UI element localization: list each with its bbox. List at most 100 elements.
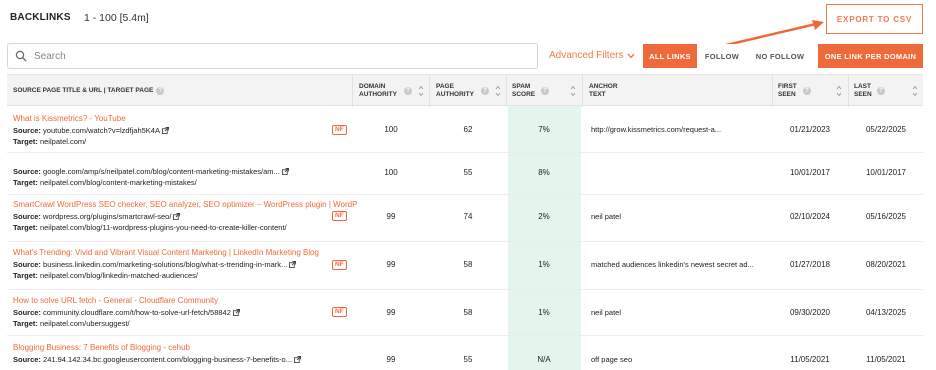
source-prefix: Source: [13, 355, 41, 364]
source-url-text: community.cloudflare.com/t/how-to-solve-… [43, 308, 231, 317]
domain-authority-value: 99 [386, 308, 396, 317]
sort-icon[interactable] [836, 84, 842, 98]
source-url-text: business.linkedin.com/marketing-solution… [43, 260, 288, 269]
domain-authority-value: 99 [386, 260, 396, 269]
results-count: 1 - 100 [5.4m] [84, 12, 149, 24]
domain-authority-value: 99 [386, 212, 396, 221]
sort-icon[interactable] [418, 84, 424, 98]
first-seen-value: 10/01/2017 [789, 168, 831, 177]
nofollow-badge: NF [332, 307, 347, 317]
follow-tab[interactable]: FOLLOW [697, 44, 747, 68]
column-label: FIRST SEEN [778, 83, 797, 98]
external-link-icon[interactable] [173, 213, 181, 220]
source-url-text: 241.94.142.34.bc.googleusercontent.com/b… [43, 355, 292, 364]
sort-icon[interactable] [495, 84, 501, 98]
source-url[interactable]: Source: wordpress.org/plugins/smartcrawl… [13, 212, 181, 221]
page-title: BACKLINKS [10, 12, 71, 23]
source-page-title-link[interactable]: What is Kissmetrics? - YouTube [13, 114, 126, 123]
first-seen-value: 01/27/2018 [789, 260, 831, 269]
external-link-icon[interactable] [293, 356, 301, 363]
info-icon: ? [803, 87, 811, 95]
column-header-domain-authority[interactable]: DOMAIN AUTHORITY ? [359, 75, 414, 107]
backlinks-table: SOURCE PAGE TITLE & URL | TARGET PAGE ? … [7, 74, 923, 370]
column-label: DOMAIN AUTHORITY [359, 83, 397, 98]
sort-icon[interactable] [570, 84, 576, 98]
info-icon: ? [481, 87, 489, 95]
advanced-filters-dropdown[interactable]: Advanced Filters [549, 50, 635, 61]
source-url[interactable]: Source: google.com/amp/s/neilpatel.com/b… [13, 167, 289, 176]
column-header-page-authority[interactable]: PAGE AUTHORITY ? [436, 75, 491, 107]
target-url-text: neilpatel.com/ [39, 137, 87, 146]
spam-score-value: N/A [537, 355, 551, 364]
spam-score-value: 1% [538, 308, 550, 317]
column-divider [848, 75, 849, 107]
anchor-text-value: matched audiences linkedin's newest secr… [591, 260, 754, 269]
table-row: SmartCrawl WordPress SEO checker, SEO an… [7, 195, 923, 242]
target-prefix: Target: [13, 137, 38, 146]
external-link-icon[interactable] [281, 168, 289, 175]
source-url[interactable]: Source: community.cloudflare.com/t/how-t… [13, 308, 240, 317]
column-header-source[interactable]: SOURCE PAGE TITLE & URL | TARGET PAGE ? [13, 75, 353, 107]
nofollow-badge: NF [332, 125, 347, 135]
spam-score-value: 8% [538, 168, 550, 177]
source-prefix: Source: [13, 308, 41, 317]
domain-authority-value: 100 [384, 168, 398, 177]
target-url[interactable]: Target: neilpatel.com/ubersuggest/ [13, 319, 130, 328]
info-icon: ? [541, 87, 549, 95]
target-url-text: neilpatel.com/blog/linkedin-matched-audi… [39, 271, 198, 280]
target-url-text: neilpatel.com/blog/11-wordpress-plugins-… [39, 223, 287, 232]
target-url[interactable]: Target: neilpatel.com/blog/11-wordpress-… [13, 223, 287, 232]
target-url-text: neilpatel.com/ubersuggest/ [39, 319, 130, 328]
anchor-text-value: http://grow.kissmetrics.com/request-a... [591, 125, 722, 134]
no-follow-tab[interactable]: NO FOLLOW [747, 44, 813, 68]
nofollow-badge: NF [332, 260, 347, 270]
source-page-title-link[interactable]: What's Trending: Vivid and Vibrant Visua… [13, 248, 319, 257]
one-link-per-domain-button[interactable]: ONE LINK PER DOMAIN [818, 44, 923, 68]
source-prefix: Source: [13, 126, 41, 135]
source-prefix: Source: [13, 167, 41, 176]
column-divider [352, 75, 353, 107]
anchor-text-value: neil patel [591, 212, 622, 221]
external-link-icon[interactable] [289, 261, 297, 268]
external-link-icon[interactable] [162, 127, 169, 134]
source-url[interactable]: Source: youtube.com/watch?v=lzdfjah5K4A [13, 126, 169, 135]
column-label: SPAM SCORE [512, 83, 536, 98]
target-prefix: Target: [13, 178, 38, 187]
column-header-last-seen[interactable]: LAST SEEN ? [854, 75, 909, 107]
target-url[interactable]: Target: neilpatel.com/ [13, 137, 86, 146]
source-page-title-link[interactable]: How to solve URL fetch - General - Cloud… [13, 296, 218, 305]
target-url[interactable]: Target: neilpatel.com/blog/linkedin-matc… [13, 271, 198, 280]
column-label: SOURCE PAGE TITLE & URL | TARGET PAGE [13, 87, 154, 94]
column-divider [582, 75, 583, 107]
external-link-icon[interactable] [232, 309, 240, 316]
source-url[interactable]: Source: business.linkedin.com/marketing-… [13, 260, 297, 269]
spam-score-value: 1% [538, 260, 550, 269]
advanced-filters-label: Advanced Filters [549, 50, 624, 61]
source-prefix: Source: [13, 260, 41, 269]
column-divider [506, 75, 507, 107]
sort-icon[interactable] [912, 84, 918, 98]
first-seen-value: 09/30/2020 [789, 308, 831, 317]
last-seen-value: 11/05/2021 [866, 355, 906, 364]
all-links-tab[interactable]: ALL LINKS [643, 44, 697, 68]
column-header-anchor-text[interactable]: ANCHOR TEXT [589, 75, 709, 107]
target-url[interactable]: Target: neilpatel.com/blog/content-marke… [13, 178, 197, 187]
column-header-spam-score[interactable]: SPAM SCORE ? [512, 75, 567, 107]
search-icon [15, 50, 27, 62]
domain-authority-value: 99 [386, 355, 396, 364]
export-csv-button[interactable]: EXPORT TO CSV [826, 4, 923, 34]
last-seen-value: 08/20/2021 [865, 260, 907, 269]
last-seen-value: 04/13/2025 [865, 308, 907, 317]
table-row: What's Trending: Vivid and Vibrant Visua… [7, 242, 923, 290]
source-page-title-link[interactable]: Blogging Business: 7 Benefits of Bloggin… [13, 343, 190, 352]
search-input[interactable] [34, 50, 514, 62]
source-page-title-link[interactable]: SmartCrawl WordPress SEO checker, SEO an… [13, 200, 357, 209]
source-url[interactable]: Source: 241.94.142.34.bc.googleuserconte… [13, 355, 301, 364]
source-url-text: google.com/amp/s/neilpatel.com/blog/cont… [43, 167, 280, 176]
target-prefix: Target: [13, 271, 38, 280]
search-box[interactable] [7, 43, 538, 69]
first-seen-value: 11/05/2021 [790, 355, 830, 364]
column-header-first-seen[interactable]: FIRST SEEN ? [778, 75, 833, 107]
source-url-text: youtube.com/watch?v=lzdfjah5K4A [43, 126, 160, 135]
nofollow-badge: NF [332, 211, 347, 221]
